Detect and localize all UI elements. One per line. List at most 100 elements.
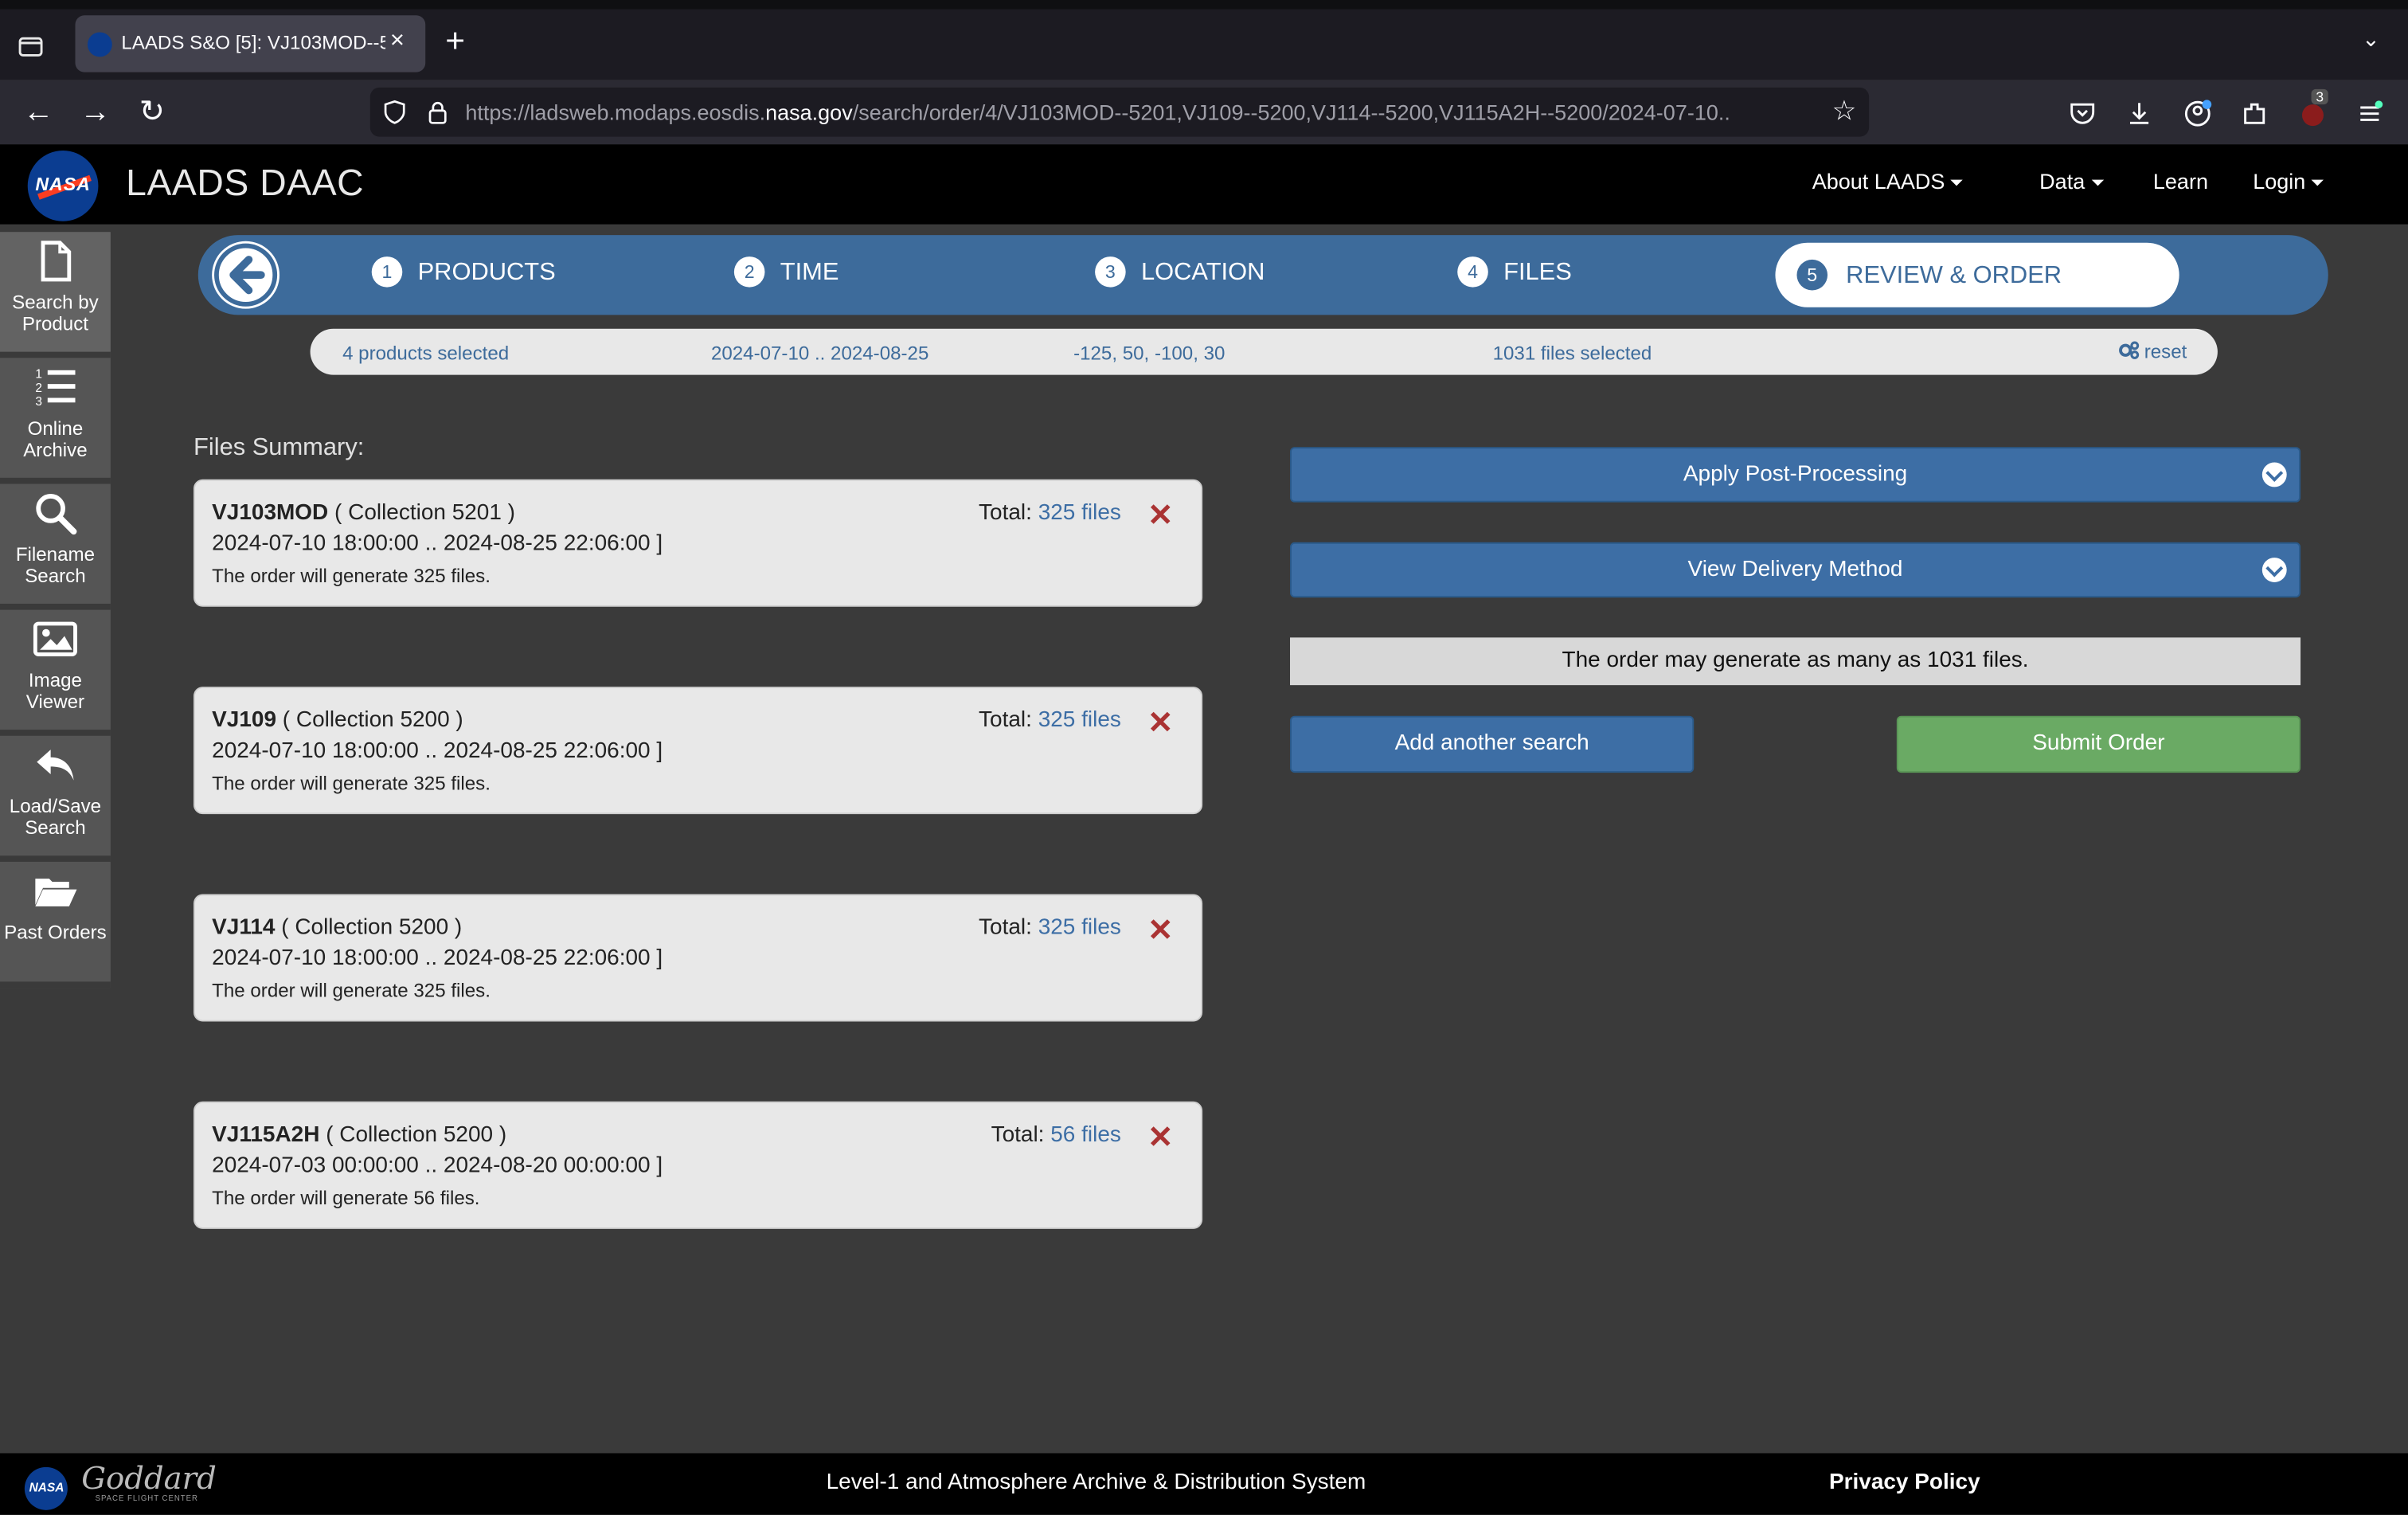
url-text[interactable]: https://ladsweb.modaps.eosdis.nasa.gov/s…	[465, 100, 1816, 124]
numbered-list-icon: 123	[35, 367, 76, 409]
footer-nasa-logo[interactable]: NASA	[24, 1466, 68, 1510]
chevron-down-icon[interactable]: ⌄	[2362, 26, 2380, 53]
product-id: VJ115A2H	[212, 1122, 320, 1148]
submit-order-button[interactable]: Submit Order	[1896, 715, 2301, 773]
total-label: Total:	[991, 1122, 1045, 1148]
download-icon[interactable]	[2124, 98, 2155, 129]
remove-product-icon[interactable]: ✕	[1147, 915, 1173, 946]
product-date-range: 2024-07-10 18:00:00 .. 2024-08-25 22:06:…	[212, 738, 663, 764]
step-products[interactable]: 1 PRODUCTS	[371, 256, 556, 288]
svg-text:1: 1	[35, 367, 42, 381]
url-path: /search/order/4/VJ103MOD--5201,VJ109--52…	[852, 100, 1730, 125]
summary-files[interactable]: 1031 files selected	[1493, 343, 1652, 364]
tab-close-icon[interactable]: ×	[390, 28, 405, 56]
caret-down-icon	[2090, 180, 2104, 186]
forward-arrow-icon[interactable]: →	[76, 92, 115, 132]
site-header: NASA LAADS DAAC About LAADS Data Learn L…	[0, 144, 2408, 225]
sidebar-item-past-orders[interactable]: Past Orders	[0, 861, 111, 988]
step-number: 2	[733, 256, 765, 288]
goddard-logo[interactable]: Goddard	[81, 1459, 217, 1496]
nasa-logo[interactable]: NASA	[27, 151, 99, 221]
product-total: Total: 56 files	[991, 1123, 1121, 1148]
delivery-method-accordion[interactable]: View Delivery Method	[1290, 542, 2301, 598]
total-files-link[interactable]: 56 files	[1050, 1123, 1121, 1148]
product-file-note: The order will generate 325 files.	[212, 565, 491, 587]
sidebar-item-filename-search[interactable]: Filename Search	[0, 483, 111, 610]
left-sidebar: Search by Product 123 Online Archive Fil…	[0, 225, 112, 1454]
total-files-link[interactable]: 325 files	[1038, 915, 1121, 940]
lock-icon[interactable]	[425, 100, 450, 124]
nav-about-laads[interactable]: About LAADS	[1812, 169, 1964, 194]
step-number: 5	[1796, 259, 1828, 291]
nav-login[interactable]: Login	[2253, 169, 2324, 194]
product-date-range: 2024-07-03 00:00:00 .. 2024-08-20 00:00:…	[212, 1153, 663, 1179]
goddard-logo-subtitle: SPACE FLIGHT CENTER	[95, 1494, 199, 1505]
new-tab-icon[interactable]: +	[445, 24, 465, 58]
product-card: VJ103MOD ( Collection 5201 ) 2024-07-10 …	[194, 479, 1203, 607]
summary-products[interactable]: 4 products selected	[342, 343, 509, 364]
step-label: FILES	[1503, 259, 1572, 286]
tab-manager-icon[interactable]	[15, 31, 46, 62]
privacy-policy-link[interactable]: Privacy Policy	[1829, 1470, 1980, 1495]
remove-product-icon[interactable]: ✕	[1147, 1123, 1173, 1154]
product-id: VJ114	[212, 915, 276, 941]
step-label: PRODUCTS	[417, 259, 556, 286]
footer-nasa-logo-text: NASA	[29, 1481, 64, 1495]
shield-icon[interactable]	[382, 100, 407, 124]
step-number: 1	[371, 256, 403, 288]
reset-label: reset	[2144, 341, 2187, 363]
step-label: TIME	[780, 259, 839, 286]
product-file-note: The order will generate 325 files.	[212, 980, 491, 1002]
summary-dates[interactable]: 2024-07-10 .. 2024-08-25	[711, 343, 928, 364]
post-processing-label: Apply Post-Processing	[1683, 462, 1908, 487]
address-bar[interactable]: https://ladsweb.modaps.eosdis.nasa.gov/s…	[369, 87, 1870, 137]
remove-product-icon[interactable]: ✕	[1147, 501, 1173, 532]
product-collection: ( Collection 5201 )	[334, 500, 515, 526]
browser-tab-active[interactable]: LAADS S&O [5]: VJ103MOD--5 ×	[75, 15, 426, 72]
step-time[interactable]: 2 TIME	[733, 256, 839, 288]
nav-login-label: Login	[2253, 169, 2306, 194]
image-icon	[33, 621, 77, 656]
product-total: Total: 325 files	[979, 915, 1121, 940]
order-file-estimate: The order may generate as many as 1031 f…	[1290, 637, 2301, 686]
product-collection: ( Collection 5200 )	[281, 915, 463, 941]
step-label: REVIEW & ORDER	[1846, 262, 2062, 289]
sidebar-item-search-by-product[interactable]: Search by Product	[0, 232, 111, 358]
reset-button[interactable]: reset	[2117, 341, 2187, 362]
summary-location[interactable]: -125, 50, -100, 30	[1073, 343, 1225, 364]
step-files[interactable]: 4 FILES	[1457, 256, 1572, 288]
extension-badge-icon[interactable]: 3	[2297, 88, 2328, 129]
add-another-search-button[interactable]: Add another search	[1290, 715, 1695, 773]
sidebar-item-image-viewer[interactable]: Image Viewer	[0, 609, 111, 736]
sidebar-item-label: Image Viewer	[25, 669, 85, 713]
step-number: 3	[1095, 256, 1126, 288]
reload-icon[interactable]: ↻	[132, 92, 172, 132]
extensions-icon[interactable]	[2239, 98, 2270, 129]
back-step-button[interactable]	[212, 241, 280, 309]
back-arrow-icon[interactable]: ←	[18, 92, 58, 132]
sidebar-item-load-save-search[interactable]: Load/Save Search	[0, 735, 111, 862]
remove-product-icon[interactable]: ✕	[1147, 708, 1173, 739]
account-icon[interactable]	[2183, 98, 2214, 129]
back-arrow-icon	[214, 243, 278, 307]
caret-down-icon	[2312, 180, 2324, 186]
nasa-favicon-icon	[87, 32, 112, 57]
sidebar-item-online-archive[interactable]: 123 Online Archive	[0, 358, 111, 484]
total-files-link[interactable]: 325 files	[1038, 501, 1121, 526]
step-location[interactable]: 3 LOCATION	[1095, 256, 1265, 288]
pocket-icon[interactable]	[2067, 98, 2098, 129]
step-number: 4	[1457, 256, 1488, 288]
product-date-range: 2024-07-10 18:00:00 .. 2024-08-25 22:06:…	[212, 946, 663, 971]
total-label: Total:	[979, 915, 1032, 941]
bookmark-star-icon[interactable]: ☆	[1832, 96, 1857, 128]
post-processing-accordion[interactable]: Apply Post-Processing	[1290, 447, 2301, 503]
nav-learn[interactable]: Learn	[2153, 169, 2208, 194]
product-total: Total: 325 files	[979, 708, 1121, 733]
step-review-order[interactable]: 5 REVIEW & ORDER	[1775, 242, 2179, 307]
folder-open-icon	[35, 879, 77, 906]
menu-icon[interactable]	[2355, 98, 2386, 129]
url-domain: nasa.gov	[765, 100, 853, 125]
nav-data[interactable]: Data	[2039, 169, 2104, 194]
total-files-link[interactable]: 325 files	[1038, 708, 1121, 733]
site-title[interactable]: LAADS DAAC	[126, 162, 364, 206]
